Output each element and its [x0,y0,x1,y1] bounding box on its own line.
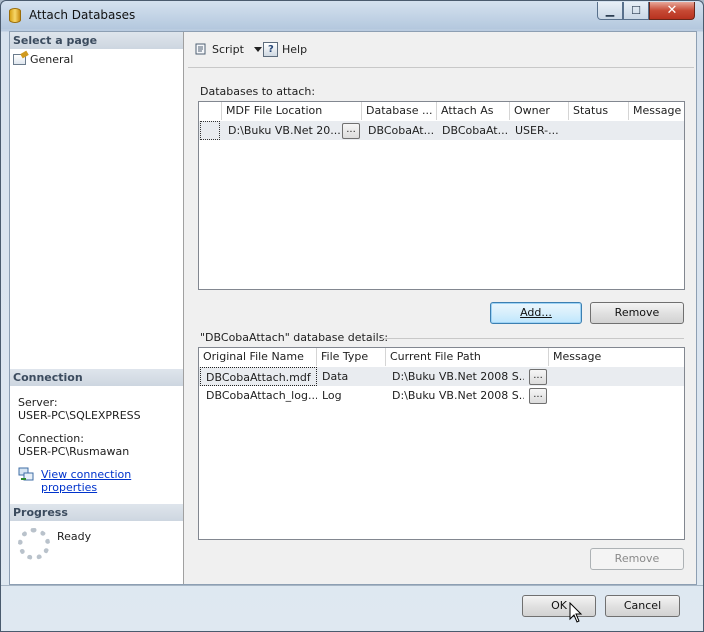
remove-file-button[interactable]: Remove [590,548,684,570]
help-button[interactable]: Help [263,40,307,58]
mouse-cursor-icon [569,602,583,623]
column-details-message[interactable]: Message [549,348,684,366]
databases-grid[interactable]: MDF File Location Database ... Attach As… [198,101,685,290]
ok-button-label: OK [551,599,567,612]
remove-database-label: Remove [614,306,660,319]
server-label: Server: [18,396,58,409]
owner-cell[interactable]: USER-... [511,121,567,140]
original-file-name-cell[interactable]: DBCobaAttach.mdf [200,367,317,386]
connection-value: USER-PC\Rusmawan [18,445,130,458]
close-icon: ✕ [666,3,678,18]
column-owner[interactable]: Owner [510,102,569,120]
column-message[interactable]: Message [629,102,684,120]
table-row[interactable]: D:\Buku VB.Net 20... ... DBCobaAt... DBC… [199,121,684,140]
toolbar-divider [188,67,694,68]
chevron-down-icon [253,46,262,52]
attach-databases-window: Attach Databases ▁ ☐ ✕ Select a page Gen… [0,0,704,632]
browse-file-path-button[interactable]: ... [529,369,547,385]
cancel-button[interactable]: Cancel [605,595,680,617]
progress-spinner-icon [18,528,50,560]
progress-heading: Progress [10,504,183,521]
details-grid-header: Original File Name File Type Current Fil… [199,348,684,366]
remove-database-button[interactable]: Remove [590,302,684,324]
left-pane: Select a page General Connection Server:… [10,32,184,584]
status-cell [570,121,628,140]
current-file-path-cell[interactable]: D:\Buku VB.Net 2008 S... [388,386,524,405]
row-selector[interactable] [200,121,220,140]
progress-status: Ready [57,530,92,543]
column-current-file-path[interactable]: Current File Path [386,348,549,366]
server-value: USER-PC\SQLEXPRESS [18,409,141,422]
current-file-path-cell[interactable]: D:\Buku VB.Net 2008 S... [388,367,524,386]
browse-mdf-button[interactable]: ... [342,123,360,139]
databases-grid-header: MDF File Location Database ... Attach As… [199,102,684,120]
cancel-button-label: Cancel [623,599,662,612]
add-button-label: Add... [520,306,552,319]
attach-as-cell[interactable]: DBCobaAt... [438,121,508,140]
window-title: Attach Databases [29,8,136,22]
footer-divider [1,585,703,586]
details-message-cell [550,386,684,405]
browse-file-path-button[interactable]: ... [529,388,547,404]
column-attach-as[interactable]: Attach As [437,102,510,120]
script-label: Script [212,42,244,56]
title-bar[interactable]: Attach Databases ▁ ☐ ✕ [1,1,703,29]
maximize-icon: ☐ [631,4,641,17]
column-file-type[interactable]: File Type [317,348,386,366]
script-button[interactable]: Script [194,40,262,58]
details-divider [380,338,684,339]
file-type-cell[interactable]: Log [318,386,385,405]
database-details-grid[interactable]: Original File Name File Type Current Fil… [198,347,685,540]
remove-file-label: Remove [614,552,660,565]
ok-button[interactable]: OK [522,595,596,617]
page-item-label: General [30,52,74,66]
column-original-file-name[interactable]: Original File Name [199,348,317,366]
table-row[interactable]: DBCobaAttach.mdf Data D:\Buku VB.Net 200… [199,367,684,386]
minimize-icon: ▁ [605,4,615,17]
page-item-general[interactable]: General [13,51,73,67]
original-file-name-cell[interactable]: DBCobaAttach_log.... [200,386,317,405]
row-header-column [199,102,222,120]
help-label: Help [282,42,308,56]
close-button[interactable]: ✕ [649,2,695,20]
databases-to-attach-label: Databases to attach: [200,85,316,98]
view-connection-properties-link[interactable]: View connection properties [41,468,183,494]
minimize-button[interactable]: ▁ [597,2,623,20]
details-message-cell [550,367,684,386]
connection-label: Connection: [18,432,84,445]
script-icon [195,43,206,55]
mdf-file-location-cell[interactable]: D:\Buku VB.Net 20... [224,121,342,140]
table-row[interactable]: DBCobaAttach_log.... Log D:\Buku VB.Net … [199,386,684,405]
file-type-cell[interactable]: Data [318,367,385,386]
column-mdf-file-location[interactable]: MDF File Location [222,102,362,120]
select-page-heading: Select a page [10,32,183,49]
help-icon [263,41,278,57]
column-database-name[interactable]: Database ... [362,102,437,120]
connection-heading: Connection [10,369,183,386]
dialog-client: Select a page General Connection Server:… [9,31,697,585]
message-cell [630,121,684,140]
database-name-cell[interactable]: DBCobaAt... [364,121,436,140]
maximize-button[interactable]: ☐ [623,2,649,20]
add-button[interactable]: Add... [490,302,582,324]
column-status[interactable]: Status [569,102,629,120]
database-icon [9,8,21,23]
database-details-label: "DBCobaAttach" database details: [200,331,389,344]
page-icon [13,53,26,65]
connection-properties-icon [18,467,34,481]
